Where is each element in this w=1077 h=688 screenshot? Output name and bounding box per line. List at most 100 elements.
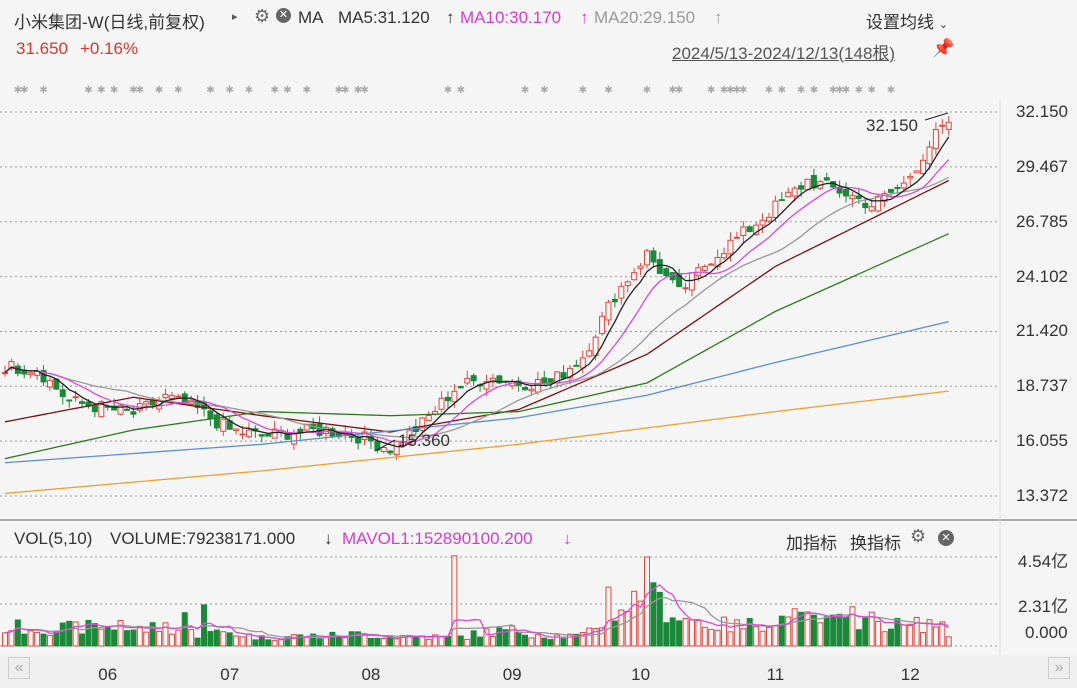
volume-bar [682,617,689,647]
volume-bar [438,635,445,647]
gear-icon[interactable]: ⚙ [910,526,926,547]
scroll-right-button[interactable]: » [1048,657,1070,679]
month-label: 07 [220,665,239,684]
candle-down [444,396,451,402]
volume-bar [380,638,387,647]
event-marker-icon: ✱ [540,85,548,96]
event-marker-icon: ✱ [778,85,786,96]
volume-bar [374,637,381,647]
volume-bar [66,620,73,647]
volume-bar [541,637,548,647]
candle-up [464,378,471,384]
event-marker-icon: ✱ [842,85,850,96]
volume-bar [778,615,785,647]
close-icon[interactable]: ✕ [938,530,954,546]
volume-bar [59,622,66,647]
candle-up [245,429,252,438]
mavol-value: MAVOL1:152890100.200 [342,529,533,548]
candle-down [123,408,130,411]
candle-up [233,428,240,431]
volume-bar [875,620,882,647]
event-marker-icon: ✱ [155,85,163,96]
volume-bar [464,638,471,647]
volume-bar [271,640,278,647]
volume-bar [278,639,285,647]
volume-bar [8,630,15,647]
volume-bar [342,637,349,647]
volume-bar [830,614,837,647]
price-tick: 26.785 [1016,211,1068,231]
volume-bar [740,628,747,647]
volume-bar [624,610,631,647]
price-tick: 16.055 [1016,431,1068,451]
candle-up [605,301,612,321]
candle-up [27,372,34,375]
price-tick: 21.420 [1016,321,1068,341]
volume-bar [252,639,259,647]
event-marker-icon: ✱ [283,85,291,96]
candle-up [175,395,182,398]
volume-bar [444,635,451,647]
add-indicator-button[interactable]: 加指标 [786,529,837,554]
candle-up [932,128,939,150]
event-marker-icon: ✱ [97,85,105,96]
volume-bar [644,556,650,647]
volume-bar [367,637,374,647]
candle-up [425,414,432,422]
candle-up [143,401,150,405]
volume-bar [111,629,118,647]
volume-bar [945,636,952,647]
volume-bar [701,626,708,647]
volume-bar [220,631,227,647]
candle-down [611,298,618,303]
volume-bar [265,639,272,647]
scroll-left-button[interactable]: « [8,657,30,679]
event-marker-icon: ✱ [604,85,612,96]
candlestick-chart[interactable]: 06 07 08 09 10 11 12 ✱ ✱ ✱ ✱ ✱ ✱ ✱ ✱ ✱ ✱ ✱ ✱ ✱ ✱ ✱ ✱ ✱ ✱ ✱ ✱ ✱ ✱ ✱ ✱ ✱ ✱… [0,0,1077,688]
volume-bar [98,628,105,647]
candle-down [213,414,220,429]
volume-bar [470,630,477,647]
candle-up [451,390,458,403]
volume-bar [451,555,458,647]
month-label: 11 [767,665,785,684]
vol-tick: 2.31亿 [1018,597,1069,616]
candle-up [849,195,856,200]
volume-bar [611,620,618,647]
month-label: 06 [98,665,117,684]
event-marker-icon: ✱ [174,85,182,96]
vol-tick: 0.000 [1025,623,1068,642]
event-marker-icon: ✱ [797,85,805,96]
volume-bar [836,613,843,647]
volume-bar [881,631,888,647]
candle-up [695,267,702,276]
volume-bar [900,624,907,647]
volume-bar [303,637,310,647]
high-annotation: 32.150 [866,116,918,135]
switch-indicator-button[interactable]: 换指标 [850,529,901,554]
candle-down [798,185,805,190]
ma60-line [4,233,950,460]
candle-up [688,272,695,291]
event-marker-icon: ✱ [360,85,368,96]
volume-bar [335,636,342,647]
candle-down [79,401,86,404]
volume-bar [605,586,612,647]
event-marker-icon: ✱ [707,85,715,96]
volume-bar [772,624,779,647]
month-label: 10 [631,665,650,684]
down-arrow-icon: ↓ [563,529,572,548]
candle-up [740,226,747,236]
candle-up [239,433,246,436]
candle-up [727,239,734,255]
price-tick: 24.102 [1016,266,1068,286]
month-label: 08 [361,665,380,684]
candle-down [843,189,850,197]
price-tick: 18.737 [1016,376,1068,396]
volume-bar [765,626,772,647]
volume-bar [91,623,98,647]
volume-bar [932,626,939,647]
candle-up [624,281,631,287]
candle-up [907,175,914,179]
event-marker-icon: ✱ [110,85,118,96]
